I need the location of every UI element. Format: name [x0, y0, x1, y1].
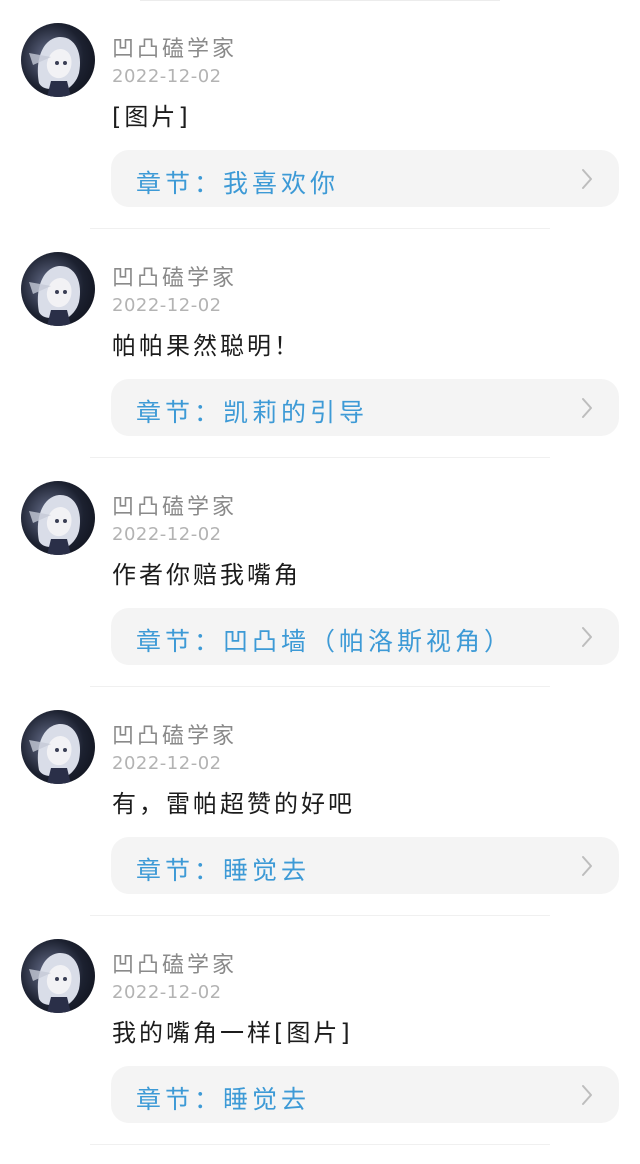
comment-list: 凹凸磕学家 2022-12-02 [图片] 章节：我喜欢你 凹凸磕学家 2022… — [0, 0, 640, 1145]
comment-date: 2022-12-02 — [112, 295, 222, 316]
comment-item: 凹凸磕学家 2022-12-02 我的嘴角一样[图片] 章节：睡觉去 — [0, 916, 640, 1145]
comment-date: 2022-12-02 — [112, 982, 222, 1003]
chevron-right-icon — [582, 627, 592, 647]
avatar-image — [29, 494, 81, 555]
chapter-link[interactable]: 章节：凯莉的引导 — [111, 379, 619, 436]
avatar[interactable] — [21, 939, 95, 1013]
chevron-right-icon — [582, 169, 592, 189]
username[interactable]: 凹凸磕学家 — [112, 718, 237, 750]
avatar-image — [29, 723, 81, 784]
chapter-link[interactable]: 章节：我喜欢你 — [111, 150, 619, 207]
chapter-label: 章节：睡觉去 — [136, 856, 311, 885]
avatar[interactable] — [21, 481, 95, 555]
avatar-image — [29, 36, 81, 97]
username[interactable]: 凹凸磕学家 — [112, 947, 237, 979]
comment-text: 有，雷帕超赞的好吧 — [112, 790, 355, 818]
username[interactable]: 凹凸磕学家 — [112, 31, 237, 63]
divider — [90, 1144, 550, 1145]
avatar[interactable] — [21, 252, 95, 326]
avatar-image — [29, 952, 81, 1013]
username[interactable]: 凹凸磕学家 — [112, 260, 237, 292]
chevron-right-icon — [582, 1085, 592, 1105]
chapter-label: 章节：睡觉去 — [136, 1085, 311, 1114]
comment-text: 我的嘴角一样[图片] — [112, 1019, 353, 1047]
chevron-right-icon — [582, 856, 592, 876]
comment-item: 凹凸磕学家 2022-12-02 帕帕果然聪明！ 章节：凯莉的引导 — [0, 229, 640, 458]
chapter-link[interactable]: 章节：睡觉去 — [111, 1066, 619, 1123]
avatar-image — [29, 265, 81, 326]
chapter-link[interactable]: 章节：睡觉去 — [111, 837, 619, 894]
avatar[interactable] — [21, 710, 95, 784]
comment-date: 2022-12-02 — [112, 66, 222, 87]
chapter-link[interactable]: 章节：凹凸墙（帕洛斯视角） — [111, 608, 619, 665]
username[interactable]: 凹凸磕学家 — [112, 489, 237, 521]
chapter-label: 章节：我喜欢你 — [136, 169, 340, 198]
comment-text: [图片] — [112, 103, 191, 131]
chevron-right-icon — [582, 398, 592, 418]
comment-text: 作者你赔我嘴角 — [112, 561, 301, 589]
comment-item: 凹凸磕学家 2022-12-02 [图片] 章节：我喜欢你 — [0, 0, 640, 229]
comment-item: 凹凸磕学家 2022-12-02 作者你赔我嘴角 章节：凹凸墙（帕洛斯视角） — [0, 458, 640, 687]
comment-date: 2022-12-02 — [112, 753, 222, 774]
chapter-label: 章节：凯莉的引导 — [136, 398, 369, 427]
comment-date: 2022-12-02 — [112, 524, 222, 545]
comment-item: 凹凸磕学家 2022-12-02 有，雷帕超赞的好吧 章节：睡觉去 — [0, 687, 640, 916]
chapter-label: 章节：凹凸墙（帕洛斯视角） — [136, 627, 514, 656]
comment-text: 帕帕果然聪明！ — [112, 332, 301, 360]
avatar[interactable] — [21, 23, 95, 97]
